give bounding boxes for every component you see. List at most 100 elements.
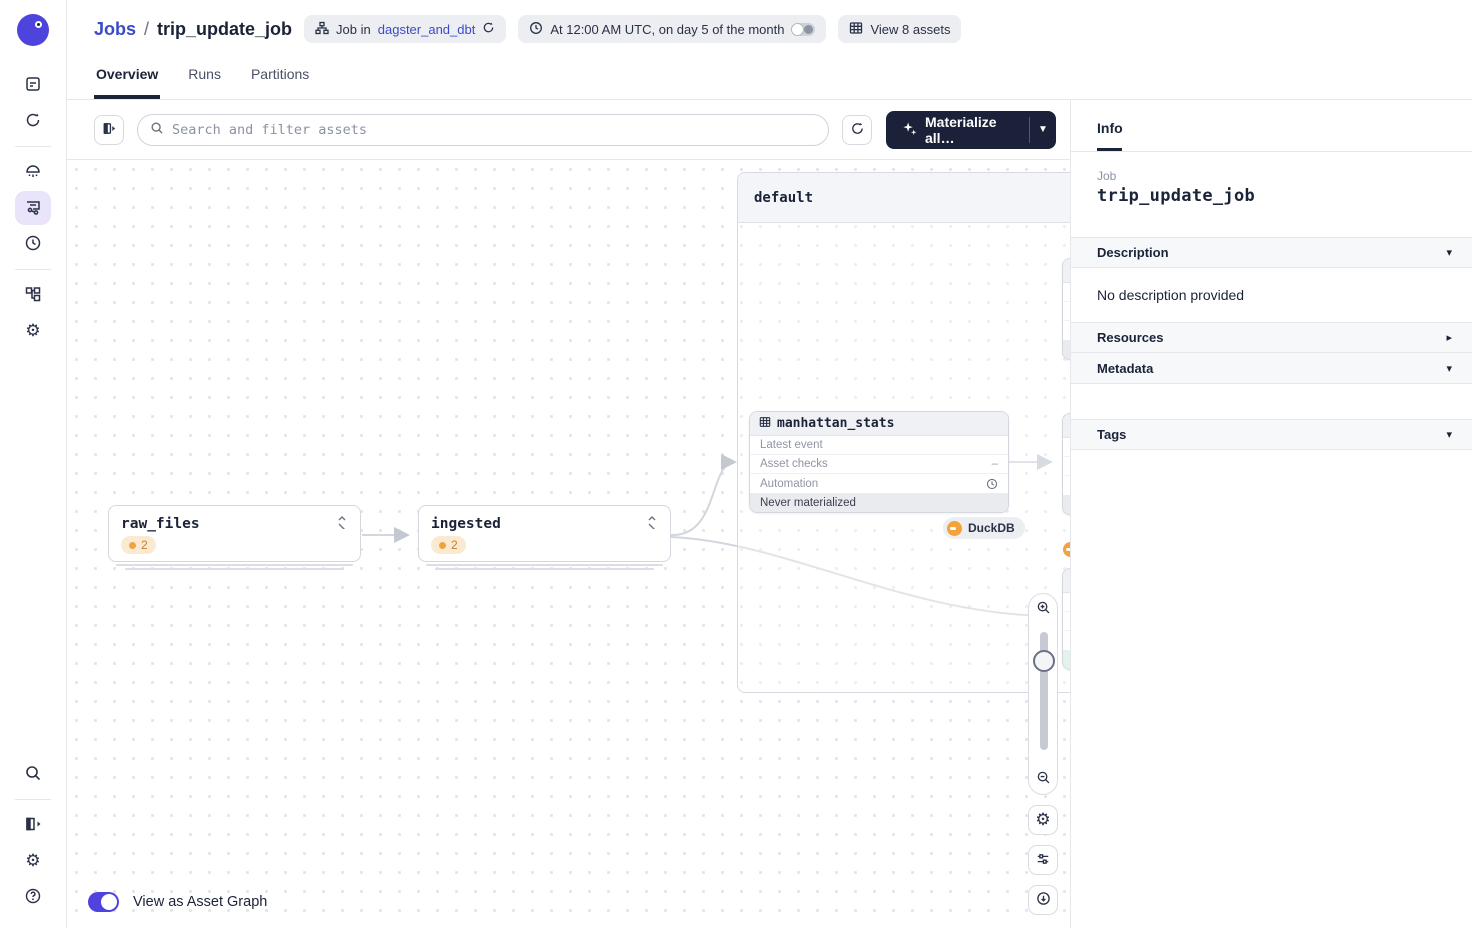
section-description[interactable]: Description ▾ [1071,237,1472,268]
dagster-logo-icon[interactable] [17,14,49,46]
caret-down-icon: ▾ [1446,246,1452,259]
group-header[interactable]: default [738,173,1070,223]
zoom-out-button[interactable] [1028,764,1058,794]
sidebar-item-lineage[interactable] [15,278,51,312]
schedule-label: At 12:00 AM UTC, on day 5 of the month [550,21,785,37]
collapsed-node-raw-files[interactable]: raw_files 2 [108,505,361,570]
info-tab[interactable]: Info [1071,100,1472,136]
reload-icon[interactable] [482,21,495,37]
stack-line [125,568,344,570]
collapsed-node-ingested[interactable]: ingested 2 [418,505,671,570]
asset-graph-canvas[interactable]: default raw_files 2 ingested 2 manhattan… [67,160,1070,928]
section-metadata[interactable]: Metadata ▾ [1071,353,1472,384]
sidebar-item-runs[interactable] [15,104,51,138]
sidebar-item-settings[interactable]: ⚙ [15,314,51,348]
zoom-slider-handle[interactable] [1033,650,1055,672]
entity-type-label: Job [1097,169,1117,183]
sidebar-item-expand-panel[interactable] [15,808,51,842]
row-label: Automation [760,477,819,490]
stack-line [116,564,353,566]
automation-clock-icon [986,478,998,490]
jobs-icon [24,198,42,219]
app-sidebar: ⚙ ⚙ [0,0,67,928]
repo-link[interactable]: dagster_and_dbt [378,22,476,37]
stack-line [426,564,663,566]
zoom-in-icon [1036,600,1051,618]
job-repo-badge[interactable]: Job in dagster_and_dbt [304,15,507,43]
graph-filter-button[interactable] [1028,845,1058,875]
breadcrumb-separator: / [144,18,150,39]
materialize-dropdown-button[interactable]: ▼ [1030,111,1056,149]
sidebar-item-search[interactable] [15,757,51,791]
node-title: ingested [431,515,501,532]
table-grid-icon [759,416,771,431]
graph-toolbar: Materialize all… ▼ [67,100,1070,160]
asset-catalog-icon [24,75,42,96]
info-panel: Info Job trip_update_job Description ▾ N… [1070,100,1472,928]
unfold-icon[interactable] [646,515,658,532]
view-assets-label: View 8 assets [870,21,951,37]
duckdb-icon [947,520,962,536]
materialization-status: Materialized [1063,650,1070,669]
materialization-status: Never materialized [1063,495,1070,514]
asset-count-badge: 2 [431,536,466,554]
node-title: raw_files [121,515,200,532]
sidebar-item-user-settings[interactable]: ⚙ [15,844,51,878]
tab-overview[interactable]: Overview [94,58,161,99]
refresh-icon [850,121,865,139]
search-input[interactable] [172,121,816,138]
gear-icon: ⚙ [1035,809,1051,830]
section-resources[interactable]: Resources ▸ [1071,322,1472,353]
tab-partitions[interactable]: Partitions [249,58,311,99]
materialize-all-label: Materialize all… [925,113,997,146]
sidebar-divider [15,146,51,147]
duckdb-tag[interactable]: DuckDB [943,517,1025,539]
recenter-icon [1036,891,1051,909]
asset-count: 2 [141,538,148,552]
section-label: Metadata [1097,360,1154,376]
sidebar-item-help[interactable] [15,880,51,914]
view-assets-badge[interactable]: View 8 assets [838,15,962,43]
asset-node-partial-1[interactable]: Latest event Asset checks Automation Nev… [1062,258,1070,360]
graph-settings-button[interactable]: ⚙ [1028,805,1058,835]
group-label: default [754,189,814,206]
materialize-all-button[interactable]: Materialize all… [886,111,1029,149]
materialize-split-button: Materialize all… ▼ [886,110,1056,149]
asset-search [137,113,829,146]
open-sidebar-panel-button[interactable] [94,114,124,145]
section-label: Description [1097,245,1169,260]
duckdb-label: DuckDB [968,521,1015,535]
section-label: Tags [1097,427,1127,442]
tab-runs[interactable]: Runs [186,58,223,99]
breadcrumb-jobs-link[interactable]: Jobs [94,19,136,40]
view-as-asset-graph-toggle[interactable] [88,892,119,912]
schedule-badge[interactable]: At 12:00 AM UTC, on day 5 of the month [518,15,827,43]
sidebar-item-jobs[interactable] [15,191,51,225]
deployment-icon [24,162,42,183]
unfold-icon[interactable] [336,515,348,532]
table-grid-icon [849,21,863,38]
section-tags[interactable]: Tags ▾ [1071,419,1472,450]
page-header: Jobs / trip_update_job Job in dagster_an… [67,0,1472,100]
refresh-button[interactable] [842,114,872,145]
breadcrumb: Jobs / trip_update_job Job in dagster_an… [67,0,1472,44]
zoom-out-icon [1036,770,1051,788]
caret-down-icon: ▾ [1446,428,1452,441]
description-content: No description provided [1097,287,1245,303]
asset-name: manhattan_stats [777,416,895,431]
sidebar-item-deployment[interactable] [15,155,51,189]
asset-node-partial-2[interactable]: Latest event Asset checks Automation Nev… [1062,413,1070,515]
materialization-status: Never materialized [1063,340,1070,359]
sidebar-item-automation[interactable] [15,227,51,261]
sparkle-icon [902,121,917,139]
asset-node-partial-3[interactable]: Latest event Asset checks Automation Mat… [1062,568,1070,670]
schedule-toggle[interactable] [791,22,816,36]
asset-node-manhattan-stats[interactable]: manhattan_stats Latest event Asset check… [749,411,1009,513]
clock-icon [24,234,42,255]
tune-sliders-icon [1036,852,1050,869]
expand-panel-icon [102,121,117,139]
zoom-in-button[interactable] [1028,594,1058,624]
status-dot-icon [439,541,446,549]
recenter-graph-button[interactable] [1028,885,1058,915]
sidebar-item-assets[interactable] [15,68,51,102]
